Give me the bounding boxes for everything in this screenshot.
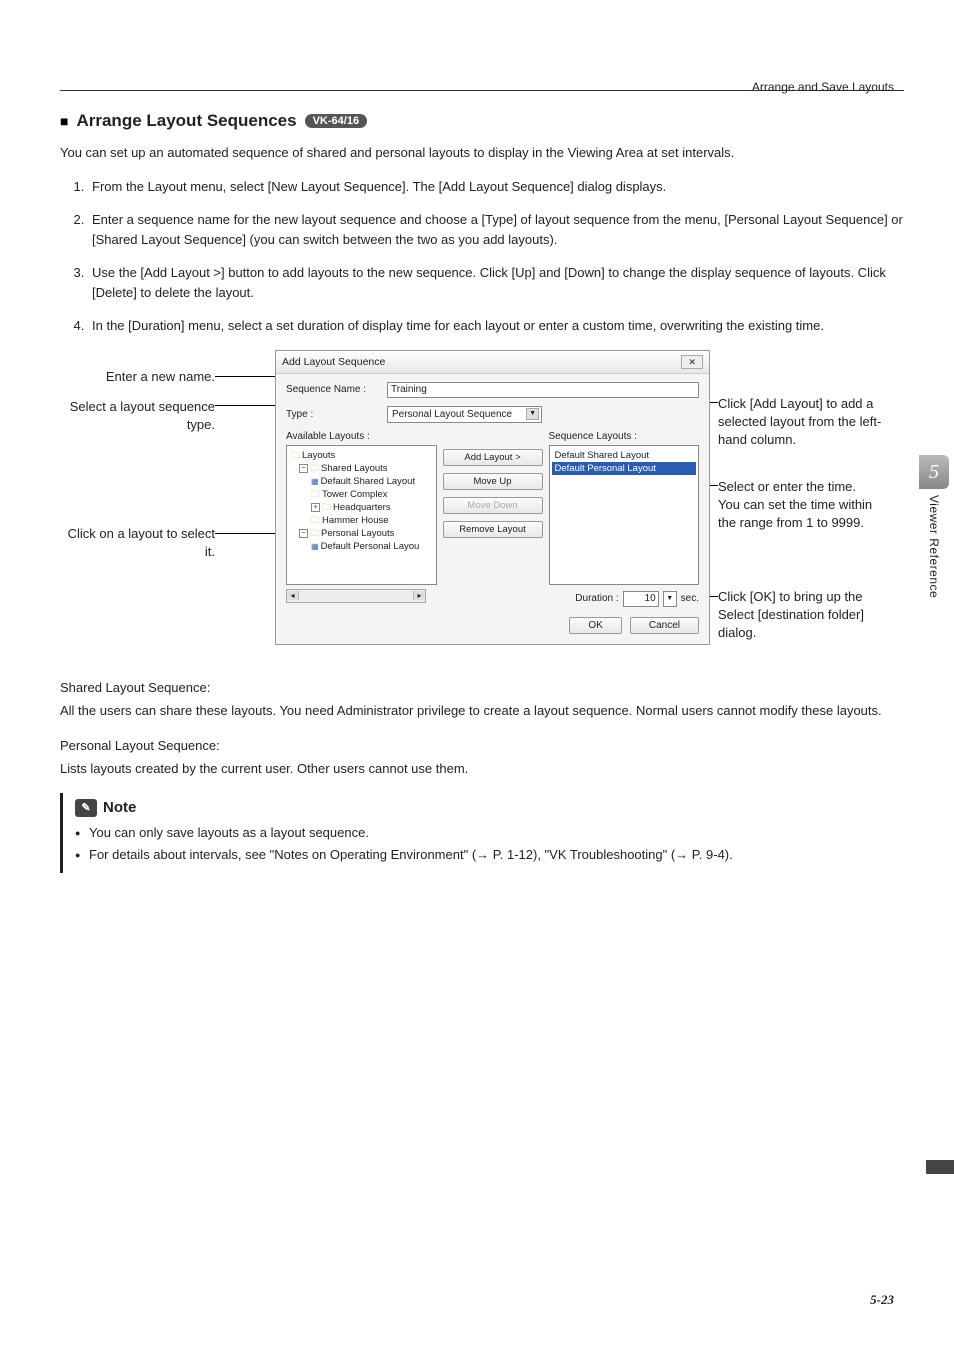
- close-icon[interactable]: ✕: [681, 355, 703, 369]
- tree-personal: Personal Layouts: [321, 527, 394, 540]
- dialog-titlebar[interactable]: Add Layout Sequence ✕: [276, 351, 709, 374]
- section-title: Arrange Layout Sequences: [76, 111, 296, 131]
- side-marker: [926, 1160, 954, 1174]
- annot-right-2: Select or enter the time. You can set th…: [718, 478, 888, 533]
- folder-icon: 🗀: [310, 527, 319, 540]
- move-up-button[interactable]: Move Up: [443, 473, 543, 490]
- sequence-name-input[interactable]: Training: [387, 382, 699, 398]
- tree-hammer[interactable]: Hammer House: [322, 514, 389, 527]
- layout-icon: ▦: [311, 475, 319, 488]
- add-layout-sequence-dialog: Add Layout Sequence ✕ Sequence Name : Tr…: [275, 350, 710, 645]
- annotated-figure: Enter a new name. Select a layout sequen…: [60, 350, 904, 660]
- page-number: 5-23: [870, 1292, 894, 1308]
- steps-list: From the Layout menu, select [New Layout…: [60, 177, 904, 336]
- duration-label: Duration :: [575, 593, 618, 604]
- add-layout-button[interactable]: Add Layout >: [443, 449, 543, 466]
- available-layouts-tree[interactable]: 🗀Layouts −🗀Shared Layouts ▦Default Share…: [286, 445, 437, 585]
- tree-hq[interactable]: Headquarters: [333, 501, 391, 514]
- collapse-icon[interactable]: −: [299, 464, 308, 473]
- sequence-name-label: Sequence Name :: [286, 384, 381, 395]
- sequence-layouts-label: Sequence Layouts :: [549, 431, 700, 442]
- remove-layout-button[interactable]: Remove Layout: [443, 521, 543, 538]
- personal-sequence-heading: Personal Layout Sequence:: [60, 738, 904, 753]
- tree-root: Layouts: [302, 449, 335, 462]
- personal-sequence-paragraph: Lists layouts created by the current use…: [60, 759, 904, 779]
- collapse-icon[interactable]: −: [299, 529, 308, 538]
- note-icon: ✎: [75, 799, 97, 817]
- layout-icon: ▦: [311, 540, 319, 553]
- note-title: Note: [103, 799, 136, 816]
- type-select-value: Personal Layout Sequence: [392, 409, 512, 420]
- sequence-item-selected[interactable]: Default Personal Layout: [552, 462, 697, 475]
- type-select[interactable]: Personal Layout Sequence ▼: [387, 406, 542, 423]
- duration-input[interactable]: 10: [623, 591, 659, 607]
- tree-tower[interactable]: Tower Complex: [322, 488, 387, 501]
- ok-button[interactable]: OK: [569, 617, 621, 634]
- annot-left-2: Select a layout sequence type.: [60, 398, 215, 434]
- duration-dropdown[interactable]: ▼: [663, 591, 677, 607]
- step-2: Enter a sequence name for the new layout…: [88, 210, 904, 249]
- folder-icon: 🗀: [291, 449, 300, 462]
- step-1: From the Layout menu, select [New Layout…: [88, 177, 904, 197]
- chevron-down-icon: ▼: [526, 408, 539, 420]
- shared-sequence-heading: Shared Layout Sequence:: [60, 680, 904, 695]
- step-4: In the [Duration] menu, select a set dur…: [88, 316, 904, 336]
- folder-icon: 🗀: [311, 514, 320, 527]
- chapter-number-badge: 5: [919, 455, 949, 489]
- dialog-title-text: Add Layout Sequence: [282, 356, 385, 368]
- annot-right-1: Click [Add Layout] to add a selected lay…: [718, 395, 888, 450]
- model-badge: VK-64/16: [305, 114, 367, 128]
- annot-right-3: Click [OK] to bring up the Select [desti…: [718, 588, 888, 643]
- shared-sequence-paragraph: All the users can share these layouts. Y…: [60, 701, 904, 721]
- folder-icon: 🗀: [311, 488, 320, 501]
- horizontal-scrollbar[interactable]: ◂ ▸: [286, 589, 426, 603]
- scroll-left-icon[interactable]: ◂: [287, 591, 299, 600]
- sequence-layouts-list[interactable]: Default Shared Layout Default Personal L…: [549, 445, 700, 585]
- tree-default-shared[interactable]: Default Shared Layout: [321, 475, 416, 488]
- section-intro: You can set up an automated sequence of …: [60, 143, 904, 163]
- cancel-button[interactable]: Cancel: [630, 617, 699, 634]
- side-tab: 5 Viewer Reference: [919, 455, 949, 598]
- note-item-2: For details about intervals, see "Notes …: [75, 845, 904, 865]
- sequence-item[interactable]: Default Shared Layout: [552, 449, 697, 462]
- tree-default-personal[interactable]: Default Personal Layou: [321, 540, 420, 553]
- expand-icon[interactable]: +: [311, 503, 320, 512]
- step-3: Use the [Add Layout >] button to add lay…: [88, 263, 904, 302]
- header-breadcrumb: Arrange and Save Layouts: [752, 80, 894, 94]
- section-bullet: ■: [60, 113, 68, 129]
- tree-shared: Shared Layouts: [321, 462, 388, 475]
- scroll-right-icon[interactable]: ▸: [413, 591, 425, 600]
- note-box: ✎ Note You can only save layouts as a la…: [60, 793, 904, 873]
- chapter-label: Viewer Reference: [927, 495, 941, 598]
- duration-unit: sec.: [681, 593, 699, 604]
- annot-left-1: Enter a new name.: [60, 368, 215, 386]
- available-layouts-label: Available Layouts :: [286, 431, 437, 442]
- type-label: Type :: [286, 409, 381, 420]
- note-item-1: You can only save layouts as a layout se…: [75, 823, 904, 843]
- move-down-button[interactable]: Move Down: [443, 497, 543, 514]
- section-title-row: ■ Arrange Layout Sequences VK-64/16: [60, 111, 904, 131]
- annot-left-3: Click on a layout to select it.: [60, 525, 215, 561]
- folder-icon: 🗀: [322, 501, 331, 514]
- folder-icon: 🗀: [310, 462, 319, 475]
